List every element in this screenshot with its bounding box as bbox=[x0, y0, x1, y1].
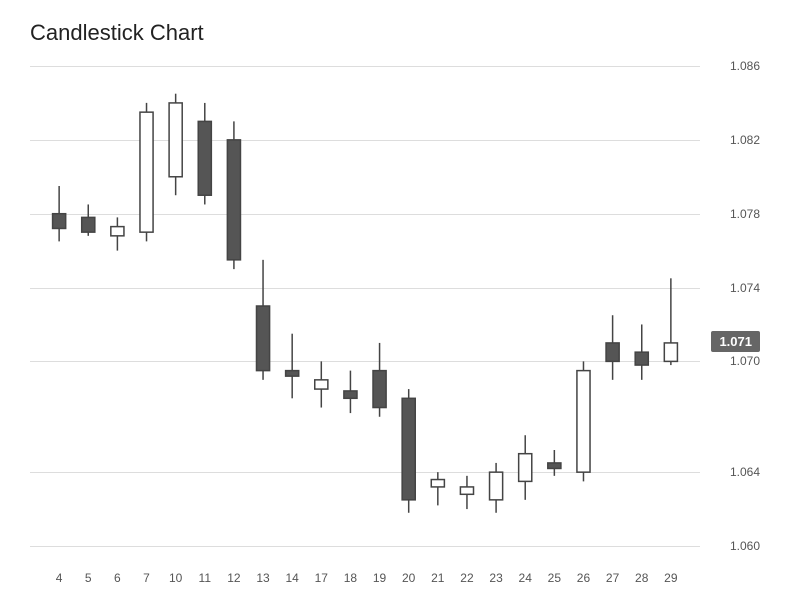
x-axis-label: 26 bbox=[577, 571, 590, 585]
x-axis-label: 28 bbox=[635, 571, 648, 585]
y-axis-label: 1.086 bbox=[705, 59, 760, 73]
y-axis-label: 1.070 bbox=[705, 354, 760, 368]
y-axis-label: 1.078 bbox=[705, 207, 760, 221]
x-axis-label: 23 bbox=[489, 571, 502, 585]
x-axis-label: 7 bbox=[143, 571, 150, 585]
x-axis-label: 25 bbox=[548, 571, 561, 585]
x-axis-label: 17 bbox=[315, 571, 328, 585]
x-axis-label: 5 bbox=[85, 571, 92, 585]
x-axis-label: 29 bbox=[664, 571, 677, 585]
x-axis-label: 4 bbox=[56, 571, 63, 585]
x-axis-label: 18 bbox=[344, 571, 357, 585]
x-axis-label: 6 bbox=[114, 571, 121, 585]
x-axis-label: 20 bbox=[402, 571, 415, 585]
x-axis-label: 14 bbox=[285, 571, 298, 585]
candles-svg bbox=[30, 66, 700, 546]
y-axis-label: 1.060 bbox=[705, 539, 760, 553]
x-axis-label: 22 bbox=[460, 571, 473, 585]
y-axis-label: 1.074 bbox=[705, 281, 760, 295]
x-axis-label: 12 bbox=[227, 571, 240, 585]
x-axis-label: 13 bbox=[256, 571, 269, 585]
x-axis-label: 11 bbox=[199, 571, 211, 585]
y-axis-label: 1.064 bbox=[705, 465, 760, 479]
price-badge: 1.071 bbox=[711, 331, 760, 352]
x-axis-label: 19 bbox=[373, 571, 386, 585]
x-axis-label: 10 bbox=[169, 571, 182, 585]
chart-container: Candlestick Chart 1.086 1.082 1.078 1.074 1.… bbox=[0, 0, 800, 600]
chart-title: Candlestick Chart bbox=[30, 20, 790, 46]
chart-area: 1.0861.0821.0781.0741.0701.0641.060 1.07… bbox=[30, 66, 760, 546]
x-axis-label: 27 bbox=[606, 571, 619, 585]
y-axis-label: 1.082 bbox=[705, 133, 760, 147]
x-axis-label: 24 bbox=[519, 571, 532, 585]
x-axis-label: 21 bbox=[431, 571, 444, 585]
